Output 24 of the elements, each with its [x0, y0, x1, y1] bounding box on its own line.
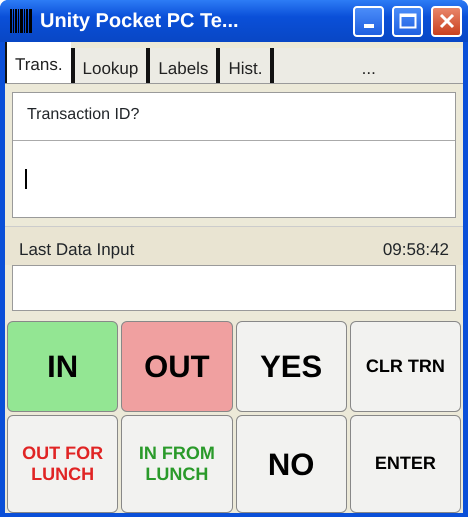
tab[interactable]: Trans. — [5, 42, 71, 83]
window-title: Unity Pocket PC Te... — [40, 9, 240, 34]
close-icon — [438, 12, 456, 30]
time-label: 09:58:42 — [382, 239, 449, 261]
maximize-button[interactable] — [392, 6, 423, 36]
minimize-button[interactable] — [353, 6, 384, 36]
tab[interactable]: Lookup — [70, 48, 146, 83]
action-button[interactable]: YES — [236, 320, 347, 412]
maximize-icon — [398, 13, 416, 29]
close-button[interactable] — [431, 6, 462, 36]
minimize-icon — [364, 24, 374, 28]
action-button[interactable]: CLR TRN — [350, 320, 461, 412]
tab[interactable]: Hist. — [216, 48, 270, 83]
prompt-label: Transaction ID? — [13, 93, 455, 141]
barcode-icon — [10, 9, 32, 33]
last-data-label: Last Data Input — [19, 239, 134, 261]
action-button[interactable]: OUT FOR LUNCH — [7, 415, 118, 513]
text-cursor — [25, 169, 27, 189]
action-button[interactable]: ENTER — [350, 415, 461, 513]
tab[interactable]: ... — [270, 48, 463, 83]
tab[interactable]: Labels — [146, 48, 216, 83]
action-button[interactable]: OUT — [121, 320, 232, 412]
action-button[interactable]: NO — [236, 415, 347, 513]
action-button[interactable]: IN — [7, 320, 118, 412]
